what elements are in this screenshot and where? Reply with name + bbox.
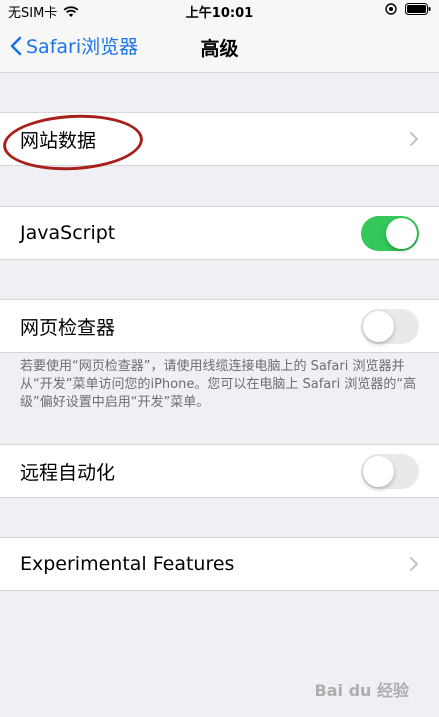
experimental-features-row[interactable]: Experimental Features (0, 538, 439, 590)
javascript-group: JavaScript (0, 206, 439, 260)
remote-automation-group: 远程自动化 (0, 444, 439, 498)
experimental-features-group: Experimental Features (0, 537, 439, 591)
javascript-toggle[interactable] (361, 215, 419, 251)
chevron-right-icon (410, 132, 418, 146)
website-data-label: 网站数据 (20, 129, 97, 152)
battery-icon (405, 3, 431, 15)
javascript-row: JavaScript (0, 207, 439, 259)
remote-automation-row: 远程自动化 (0, 445, 439, 497)
website-data-row[interactable]: 网站数据 (0, 113, 439, 165)
web-inspector-footnote: 若要使用“网页检查器”，请使用线缆连接电脑上的 Safari 浏览器并从“开发”… (20, 359, 417, 410)
web-inspector-toggle[interactable] (361, 308, 419, 344)
website-data-group: 网站数据 (0, 112, 439, 166)
chevron-right-icon (410, 557, 418, 571)
navigation-bar: Safari浏览器 高级 (0, 20, 439, 73)
location-icon (385, 3, 397, 15)
toggle-knob (363, 310, 394, 342)
javascript-label: JavaScript (20, 222, 116, 244)
status-right (385, 3, 431, 15)
experimental-features-label: Experimental Features (20, 553, 235, 575)
page-title: 高级 (200, 38, 239, 60)
remote-automation-toggle[interactable] (361, 453, 419, 489)
status-time: 上午10:01 (185, 6, 254, 21)
remote-automation-label: 远程自动化 (20, 461, 116, 484)
baidu-watermark: Bai du 经验 (314, 681, 409, 700)
status-bar: 无SIM卡 上午10:01 (0, 0, 439, 21)
web-inspector-group: 网页检查器 (0, 299, 439, 353)
toggle-knob (363, 455, 394, 487)
web-inspector-label: 网页检查器 (20, 316, 116, 339)
toggle-knob (386, 217, 417, 249)
web-inspector-row: 网页检查器 (0, 300, 439, 352)
